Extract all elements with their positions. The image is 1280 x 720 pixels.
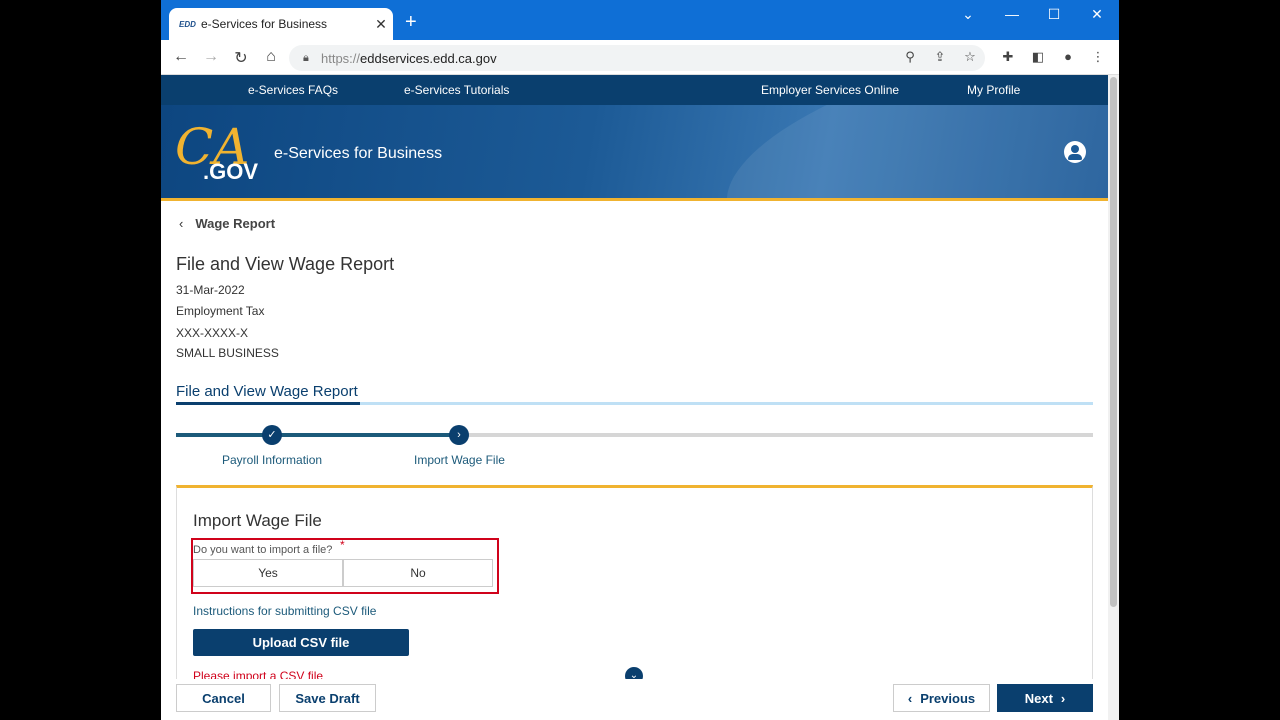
menu-kebab-icon[interactable]: ⋮ [1089,49,1107,65]
browser-toolbar: ← → ↻ ⌂ 🔒︎ https:// eddservices.edd.ca.g… [161,40,1119,75]
next-button[interactable]: Next › [997,684,1093,712]
step-complete-check-icon: ✓ [262,425,282,445]
section-title: File and View Wage Report [176,383,358,400]
ca-gov-logo-suffix[interactable]: .GOV [203,159,258,185]
account-type: Employment Tax [176,304,265,318]
url-scheme: https:// [321,50,361,66]
lock-icon: 🔒︎ [303,51,309,64]
account-icon[interactable]: ● [1059,49,1077,64]
extensions-icon[interactable]: ✚ [999,49,1017,65]
site-navigation: e-Services FAQs e-Services Tutorials Emp… [161,75,1108,105]
close-tab-icon[interactable]: ✕ [369,16,393,33]
next-label: Next [1024,690,1053,706]
edd-favicon-icon: EDD [179,19,196,29]
chevron-down-icon[interactable]: ⌄ [953,6,983,23]
scrollbar-thumb[interactable] [1110,77,1117,607]
step-current-chevron-icon: › [449,425,469,445]
maximize-icon[interactable]: ☐ [1039,6,1069,23]
home-icon[interactable]: ⌂ [261,48,281,66]
minimize-icon[interactable]: — [997,6,1027,22]
tab-title: e-Services for Business [201,17,328,31]
report-date: 31-Mar-2022 [176,283,245,297]
chevron-right-icon: › [1060,690,1066,706]
section-divider-active [176,402,360,405]
reload-icon[interactable]: ↻ [231,48,251,68]
previous-button[interactable]: ‹ Previous [893,684,990,712]
business-name: SMALL BUSINESS [176,346,279,360]
cancel-label: Cancel [202,690,245,706]
required-marker: * [340,538,345,552]
bookmark-star-icon[interactable]: ☆ [961,49,979,65]
chevron-left-icon: ‹ [179,216,184,231]
page-scrollbar[interactable] [1108,75,1119,720]
account-number: XXX-XXXX-X [176,326,249,340]
step-label-import: Import Wage File [414,453,505,467]
page-footer-actions: Cancel Save Draft ‹ Previous Next › [161,679,1108,720]
page-title: File and View Wage Report [176,254,395,274]
previous-label: Previous [920,690,976,706]
forward-arrow-icon[interactable]: → [201,48,221,66]
zoom-icon[interactable]: ⚲ [901,49,919,65]
nav-tutorials-link[interactable]: e-Services Tutorials [404,83,509,97]
import-wage-file-card: Import Wage File Do you want to import a… [176,485,1093,685]
side-panel-icon[interactable]: ◧ [1029,49,1047,65]
card-title: Import Wage File [193,511,322,530]
no-option-button[interactable]: No [343,559,493,587]
csv-instructions-link[interactable]: Instructions for submitting CSV file [193,604,376,618]
back-arrow-icon[interactable]: ← [171,48,191,66]
banner-title: e-Services for Business [274,145,443,162]
stepper-track-progress [176,433,459,437]
new-tab-icon[interactable]: + [405,12,417,32]
site-banner: CA .GOV e-Services for Business [161,105,1108,201]
save-draft-label: Save Draft [295,690,360,706]
back-to-wage-report-link[interactable]: ‹ Wage Report [179,216,275,231]
banner-swoosh [706,105,1108,198]
import-question-label: Do you want to import a file? [193,544,333,556]
share-icon[interactable]: ⇪ [931,49,949,65]
yes-option-button[interactable]: Yes [193,559,343,587]
chevron-left-icon: ‹ [907,690,913,706]
save-draft-button[interactable]: Save Draft [279,684,376,712]
user-profile-icon[interactable] [1064,141,1086,163]
url-host: eddservices.edd.ca.gov [360,50,497,66]
close-window-icon[interactable]: ✕ [1082,6,1112,23]
back-link-label: Wage Report [195,216,276,231]
address-bar[interactable]: 🔒︎ https:// eddservices.edd.ca.gov [289,45,985,71]
step-label-payroll: Payroll Information [222,453,323,467]
browser-title-bar: EDD e-Services for Business ✕ + ⌄ — ☐ ✕ [161,0,1119,40]
cancel-button[interactable]: Cancel [176,684,271,712]
nav-faqs-link[interactable]: e-Services FAQs [248,83,338,97]
nav-my-profile-link[interactable]: My Profile [967,83,1020,97]
browser-window: EDD e-Services for Business ✕ + ⌄ — ☐ ✕ … [161,0,1119,720]
upload-csv-button[interactable]: Upload CSV file [193,629,409,656]
nav-employer-services-link[interactable]: Employer Services Online [761,83,899,97]
browser-tab[interactable]: EDD e-Services for Business ✕ [169,8,393,40]
